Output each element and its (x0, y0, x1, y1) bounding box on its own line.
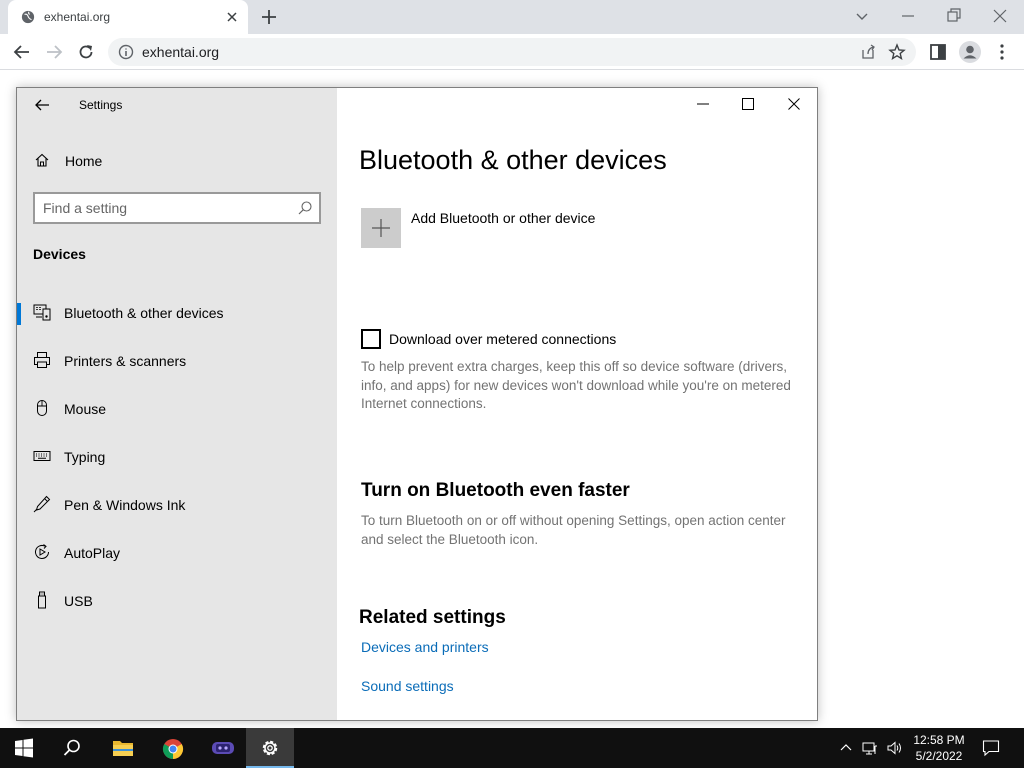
section-label: Devices (33, 246, 86, 262)
browser-tabstrip: exhentai.org (0, 0, 1024, 34)
nav-item-label: USB (64, 593, 93, 609)
active-indicator (17, 303, 21, 325)
faster-description: To turn Bluetooth on or off without open… (361, 513, 786, 547)
minimize-icon[interactable] (695, 96, 711, 112)
tab-title: exhentai.org (44, 10, 111, 24)
chrome-button[interactable] (148, 728, 196, 768)
start-icon (15, 738, 33, 758)
add-tile (361, 208, 401, 248)
close-icon[interactable] (786, 96, 802, 112)
action-center-icon[interactable] (982, 739, 1000, 757)
close-tab-icon[interactable] (224, 9, 240, 25)
chrome-icon (162, 739, 184, 760)
app-button[interactable] (197, 728, 245, 768)
show-hidden-icons-icon[interactable] (838, 740, 854, 756)
add-device-label: Add Bluetooth or other device (411, 210, 596, 226)
nav-item-bluetooth[interactable]: Bluetooth & other devices (17, 293, 337, 333)
taskbar: 12:58 PM 5/2/2022 (0, 728, 1024, 768)
forward-icon[interactable] (44, 42, 64, 62)
search-icon (63, 739, 80, 756)
pen-icon (33, 495, 51, 513)
app-icon (212, 742, 234, 754)
faster-heading: Turn on Bluetooth even faster (361, 480, 630, 501)
settings-window: Settings Home Devices (16, 87, 818, 721)
site-info-icon[interactable] (118, 44, 134, 60)
nav-item-typing[interactable]: Typing (17, 437, 337, 477)
nav-item-label: Printers & scanners (64, 353, 187, 369)
nav-item-usb[interactable]: USB (17, 581, 337, 621)
related-settings-heading: Related settings (359, 607, 506, 628)
settings-content: Bluetooth & other devices Add Bluetooth … (337, 88, 817, 720)
mouse-icon (37, 400, 47, 416)
nav-item-label: Typing (64, 449, 106, 465)
search-input[interactable] (43, 199, 293, 217)
network-icon[interactable] (862, 740, 878, 756)
autoplay-icon (35, 544, 49, 559)
devices-and-printers-link[interactable]: Devices and printers (361, 639, 489, 655)
start-button[interactable] (0, 728, 48, 768)
nav-item-pen[interactable]: Pen & Windows Ink (17, 485, 337, 525)
keyboard-icon (33, 451, 51, 461)
taskbar-search-button[interactable] (48, 728, 96, 768)
usb-icon (38, 591, 46, 609)
reload-icon[interactable] (76, 42, 96, 62)
nav-home[interactable]: Home (17, 146, 337, 176)
file-explorer-icon (113, 741, 133, 756)
metered-description: To help prevent extra charges, keep this… (361, 359, 791, 411)
minimize-icon[interactable] (898, 6, 918, 26)
printer-icon (34, 352, 50, 368)
url-text[interactable]: exhentai.org (142, 44, 219, 60)
nav-item-label: AutoPlay (64, 545, 121, 561)
back-arrow-icon[interactable] (33, 96, 51, 114)
share-icon[interactable] (860, 44, 876, 60)
nav-item-label: Bluetooth & other devices (64, 305, 224, 321)
plus-icon (372, 219, 390, 237)
close-window-icon[interactable] (990, 6, 1010, 26)
find-setting-search[interactable] (33, 192, 321, 224)
checkbox-label: Download over metered connections (389, 331, 617, 347)
new-tab-icon[interactable] (260, 8, 278, 26)
nav-item-label: Pen & Windows Ink (64, 497, 186, 513)
sound-settings-link[interactable]: Sound settings (361, 678, 454, 694)
globe-icon (21, 10, 35, 24)
search-icon[interactable] (297, 200, 313, 216)
profile-avatar-icon[interactable] (958, 40, 982, 64)
restore-icon[interactable] (944, 6, 964, 26)
clock-date: 5/2/2022 (915, 749, 963, 763)
back-icon[interactable] (12, 42, 32, 62)
browser-tab[interactable]: exhentai.org (8, 0, 248, 34)
settings-nav-pane: Settings Home Devices (17, 88, 337, 720)
file-explorer-button[interactable] (98, 728, 146, 768)
nav-item-printers[interactable]: Printers & scanners (17, 341, 337, 381)
browser-toolbar: exhentai.org (0, 34, 1024, 70)
clock-time: 12:58 PM (913, 733, 965, 747)
metered-connections-checkbox[interactable]: Download over metered connections (361, 329, 661, 351)
checkbox-box[interactable] (361, 329, 381, 349)
settings-taskbar-button[interactable] (246, 728, 294, 768)
home-icon (35, 153, 49, 167)
settings-icon (262, 740, 278, 756)
page-title: Bluetooth & other devices (359, 145, 667, 175)
nav-item-label: Mouse (64, 401, 107, 417)
maximize-icon[interactable] (740, 96, 756, 112)
more-menu-icon[interactable] (992, 42, 1012, 62)
bookmark-star-icon[interactable] (888, 43, 906, 61)
home-label: Home (65, 153, 103, 169)
nav-item-autoplay[interactable]: AutoPlay (17, 533, 337, 573)
nav-item-mouse[interactable]: Mouse (17, 389, 337, 429)
app-title: Settings (79, 98, 123, 112)
address-bar[interactable]: exhentai.org (108, 38, 916, 66)
clock[interactable]: 12:58 PM 5/2/2022 (900, 732, 978, 764)
add-device-button[interactable]: Add Bluetooth or other device (361, 208, 661, 248)
bluetooth-devices-icon (33, 304, 51, 321)
tab-search-icon[interactable] (852, 6, 872, 26)
side-panel-icon[interactable] (928, 42, 948, 62)
